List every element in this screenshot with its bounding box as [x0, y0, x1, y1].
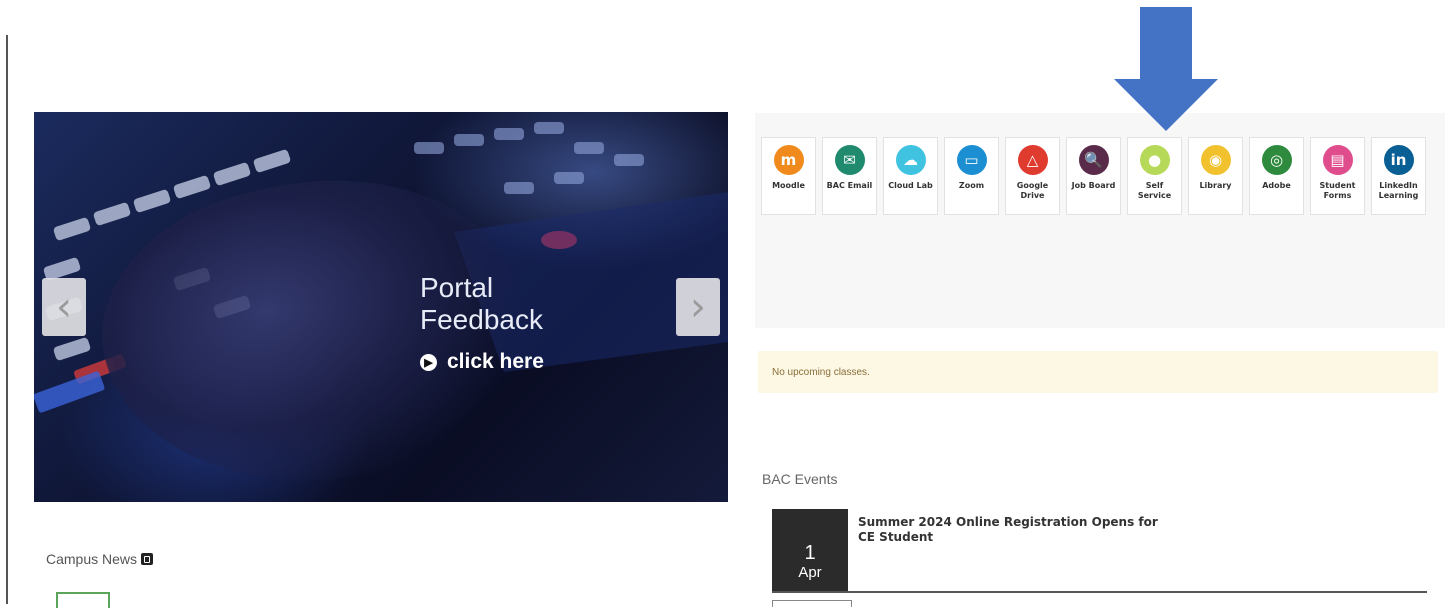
app-label: Moodle [772, 181, 805, 190]
app-label: LinkedIn Learning [1378, 181, 1419, 200]
app-label: Job Board [1071, 181, 1116, 190]
event-date-badge: 1 Apr [772, 509, 848, 591]
chevron-right-icon: › [690, 284, 706, 330]
down-arrow-annotation-icon [1114, 7, 1218, 131]
event-item[interactable]: 1 Apr Summer 2024 Online Registration Op… [772, 509, 1427, 593]
creative-cloud-icon: ◎ [1261, 145, 1292, 175]
classes-notice-text: No upcoming classes. [772, 366, 870, 378]
events-heading: BAC Events [762, 471, 838, 487]
upcoming-classes-notice: No upcoming classes. [758, 351, 1438, 393]
app-label: Library [1199, 181, 1232, 190]
carousel-next-button[interactable]: › [676, 278, 720, 336]
app-tile-cloud-lab[interactable]: ☁ Cloud Lab [883, 137, 938, 215]
app-tile-zoom[interactable]: ▭ Zoom [944, 137, 999, 215]
app-label: Student Forms [1319, 181, 1356, 200]
search-icon: 🔍 [1078, 145, 1109, 175]
event-title[interactable]: Summer 2024 Online Registration Opens fo… [858, 515, 1158, 545]
app-tile-bac-email[interactable]: ✉ BAC Email [822, 137, 877, 215]
document-icon: ▤ [1322, 145, 1353, 175]
slide-link-label: click here [447, 350, 544, 373]
news-item-thumbnail[interactable] [56, 592, 110, 608]
chevron-left-icon: ‹ [56, 284, 72, 330]
book-icon: ◉ [1200, 145, 1231, 175]
carousel-prev-button[interactable]: ‹ [42, 278, 86, 336]
app-tile-student-forms[interactable]: ▤ Student Forms [1310, 137, 1365, 215]
app-tile-adobe[interactable]: ◎ Adobe [1249, 137, 1304, 215]
app-tile-library[interactable]: ◉ Library [1188, 137, 1243, 215]
drive-icon: △ [1017, 145, 1048, 175]
app-label: BAC Email [826, 181, 873, 190]
app-label: Adobe [1262, 181, 1291, 190]
slide-link[interactable]: ▶ click here [420, 350, 600, 374]
quick-links-panel: m Moodle ✉ BAC Email ☁ Cloud Lab ▭ Zoom △ Google … [755, 113, 1445, 328]
app-label: Zoom [958, 181, 985, 190]
feed-icon[interactable] [141, 553, 154, 565]
cloud-icon: ☁ [895, 145, 926, 175]
campus-news-label: Campus News [46, 551, 138, 567]
slide-caption: Portal Feedback ▶ click here [420, 272, 600, 374]
arrow-circle-icon: ▶ [420, 353, 437, 371]
app-tile-job-board[interactable]: 🔍 Job Board [1066, 137, 1121, 215]
linkedin-icon: in [1383, 145, 1414, 175]
app-tile-moodle[interactable]: m Moodle [761, 137, 816, 215]
app-tile-self-service[interactable]: ● Self Service [1127, 137, 1182, 215]
feedback-carousel[interactable]: ‹ › Portal Feedback ▶ click here [34, 112, 728, 502]
email-icon: ✉ [834, 145, 865, 175]
campus-news-heading: Campus News [46, 551, 154, 567]
app-label: Google Drive [1016, 181, 1049, 200]
app-tile-linkedin-learning[interactable]: in LinkedIn Learning [1371, 137, 1426, 215]
user-icon: ● [1139, 145, 1170, 175]
moodle-icon: m [773, 145, 804, 175]
event-day: 1 [804, 542, 816, 564]
quick-links-grid: m Moodle ✉ BAC Email ☁ Cloud Lab ▭ Zoom △ Google … [761, 137, 1441, 215]
app-label: Cloud Lab [888, 181, 933, 190]
slide-title: Portal Feedback [420, 272, 543, 335]
page-left-border [6, 35, 8, 604]
video-camera-icon: ▭ [956, 145, 987, 175]
app-label: Self Service [1137, 181, 1172, 200]
app-tile-google-drive[interactable]: △ Google Drive [1005, 137, 1060, 215]
event-month: Apr [798, 564, 822, 581]
